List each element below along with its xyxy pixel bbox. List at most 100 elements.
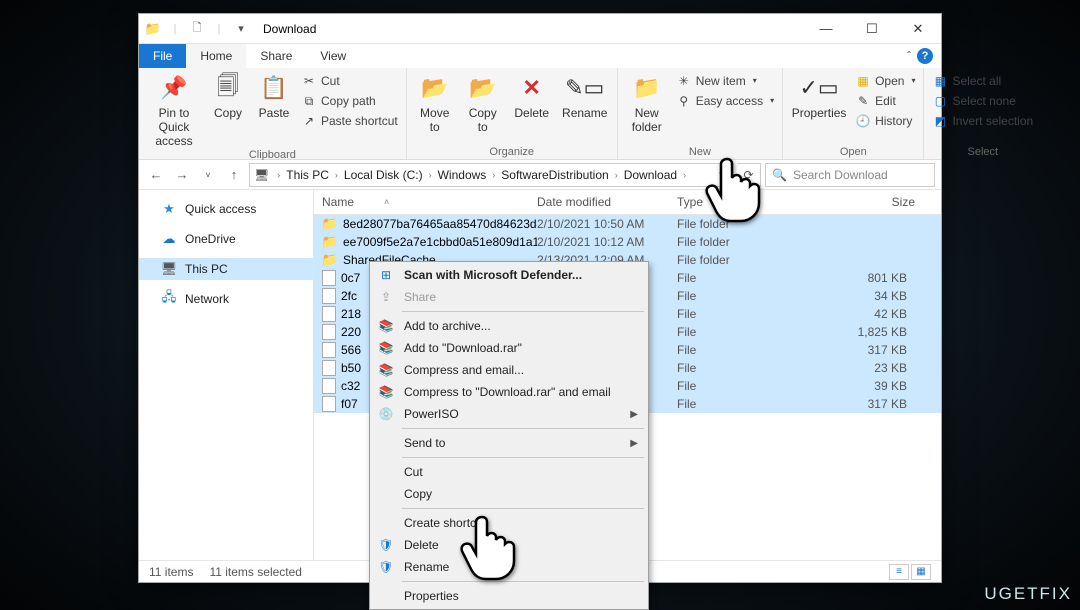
archive-icon: 📚 bbox=[376, 340, 396, 356]
crumb-windows[interactable]: Windows bbox=[436, 168, 489, 182]
pin-to-quick-access-button[interactable]: 📌Pin to Quick access bbox=[145, 70, 203, 148]
maximize-button[interactable]: ☐ bbox=[849, 14, 895, 44]
copy-button[interactable]: 🗐Copy bbox=[207, 70, 249, 120]
easy-access-icon: ⚲ bbox=[676, 93, 692, 109]
col-date[interactable]: Date modified bbox=[529, 190, 669, 214]
file-size: 317 KB bbox=[777, 397, 933, 411]
crumb-this-pc[interactable]: This PC bbox=[284, 168, 331, 182]
ctx-compress-email[interactable]: 📚Compress and email... bbox=[372, 359, 646, 381]
ribbon-collapse-icon[interactable]: ˆ bbox=[907, 49, 911, 63]
nav-quick-access[interactable]: ★Quick access bbox=[139, 198, 313, 220]
file-type: File bbox=[677, 379, 777, 393]
tab-file[interactable]: File bbox=[139, 44, 186, 68]
ctx-create-shortcut[interactable]: Create shortcut bbox=[372, 512, 646, 534]
star-icon: ★ bbox=[161, 201, 177, 217]
delete-button[interactable]: ✕Delete bbox=[509, 70, 555, 120]
pc-icon: 🖥 bbox=[254, 168, 269, 182]
qat-item[interactable]: 🗋 bbox=[187, 19, 207, 39]
file-type: File bbox=[677, 343, 777, 357]
ctx-copy[interactable]: Copy bbox=[372, 483, 646, 505]
rename-button[interactable]: ✎▭Rename bbox=[559, 70, 611, 120]
tab-view[interactable]: View bbox=[306, 44, 360, 68]
ctx-compress-rar-email[interactable]: 📚Compress to "Download.rar" and email bbox=[372, 381, 646, 403]
ctx-share: ⇪Share bbox=[372, 286, 646, 308]
copy-path-icon: ⧉ bbox=[301, 93, 317, 109]
up-button[interactable]: ↑ bbox=[223, 164, 245, 186]
edit-button[interactable]: ✎Edit bbox=[853, 92, 917, 110]
back-button[interactable]: ← bbox=[145, 164, 167, 186]
file-date: 2/10/2021 10:12 AM bbox=[537, 235, 677, 249]
select-all-icon: ▦ bbox=[932, 73, 948, 89]
nav-onedrive[interactable]: ☁OneDrive bbox=[139, 228, 313, 250]
minimize-button[interactable]: — bbox=[803, 14, 849, 44]
share-icon: ⇪ bbox=[376, 289, 396, 305]
file-name: c32 bbox=[341, 379, 360, 393]
nav-this-pc[interactable]: 🖥This PC bbox=[139, 258, 313, 280]
cut-button[interactable]: ✂Cut bbox=[299, 72, 400, 90]
tab-home[interactable]: Home bbox=[186, 44, 246, 68]
copy-to-button[interactable]: 📂Copy to bbox=[461, 70, 505, 134]
ctx-add-archive[interactable]: 📚Add to archive... bbox=[372, 315, 646, 337]
view-details-button[interactable]: ≡ bbox=[889, 564, 909, 580]
search-input[interactable]: 🔍 Search Download bbox=[765, 163, 935, 187]
file-type: File folder bbox=[677, 253, 777, 267]
shield-icon: 🛡 bbox=[376, 559, 396, 575]
ctx-properties[interactable]: Properties bbox=[372, 585, 646, 607]
file-date: 2/10/2021 10:50 AM bbox=[537, 217, 677, 231]
paste-shortcut-button[interactable]: ↗Paste shortcut bbox=[299, 112, 400, 130]
close-button[interactable]: ✕ bbox=[895, 14, 941, 44]
open-dropdown-button[interactable]: ▦Open▾ bbox=[853, 72, 917, 90]
chevron-right-icon: ▶ bbox=[630, 409, 638, 420]
col-name[interactable]: Name˄ bbox=[314, 190, 529, 214]
context-menu: ⊞Scan with Microsoft Defender... ⇪Share … bbox=[369, 261, 649, 610]
history-icon: 🕘 bbox=[855, 113, 871, 129]
ctx-poweriso[interactable]: 💿PowerISO▶ bbox=[372, 403, 646, 425]
qat-divider: | bbox=[209, 19, 229, 39]
paste-button[interactable]: 📋Paste bbox=[253, 70, 295, 120]
crumb-download[interactable]: Download bbox=[622, 168, 679, 182]
qat-dropdown[interactable]: ▾ bbox=[231, 19, 251, 39]
tab-share[interactable]: Share bbox=[246, 44, 306, 68]
col-type[interactable]: Type bbox=[669, 190, 769, 214]
group-label-open: Open bbox=[789, 145, 917, 159]
ctx-send-to[interactable]: Send to▶ bbox=[372, 432, 646, 454]
forward-button[interactable]: → bbox=[171, 164, 193, 186]
crumb-softwaredistribution[interactable]: SoftwareDistribution bbox=[499, 168, 610, 182]
new-folder-button[interactable]: 📁New folder bbox=[624, 70, 670, 134]
easy-access-button[interactable]: ⚲Easy access▾ bbox=[674, 92, 776, 110]
crumb-local-disk[interactable]: Local Disk (C:) bbox=[342, 168, 425, 182]
file-row[interactable]: 📁8ed28077ba76465aa85470d84623d4472/10/20… bbox=[314, 215, 941, 233]
col-size[interactable]: Size bbox=[769, 190, 941, 214]
move-to-button[interactable]: 📂Move to bbox=[413, 70, 457, 134]
properties-button[interactable]: ✓▭Properties bbox=[789, 70, 849, 120]
nav-network[interactable]: 🖧Network bbox=[139, 288, 313, 310]
ctx-cut[interactable]: Cut bbox=[372, 461, 646, 483]
file-size: 34 KB bbox=[777, 289, 933, 303]
ctx-add-rar[interactable]: 📚Add to "Download.rar" bbox=[372, 337, 646, 359]
select-all-button[interactable]: ▦Select all bbox=[930, 72, 1035, 90]
file-type: File bbox=[677, 361, 777, 375]
copy-to-icon: 📂 bbox=[467, 72, 499, 104]
help-icon[interactable]: ? bbox=[917, 48, 933, 64]
file-type: File bbox=[677, 307, 777, 321]
pc-icon: 🖥 bbox=[161, 261, 177, 277]
history-button[interactable]: 🕘History bbox=[853, 112, 917, 130]
ctx-delete[interactable]: 🛡Delete bbox=[372, 534, 646, 556]
view-large-button[interactable]: ▦ bbox=[911, 564, 931, 580]
select-none-button[interactable]: ▢Select none bbox=[930, 92, 1035, 110]
file-icon bbox=[322, 306, 336, 322]
file-name: 220 bbox=[341, 325, 361, 339]
address-dropdown-icon[interactable]: ˅ bbox=[719, 170, 728, 180]
recent-locations-button[interactable]: ˅ bbox=[197, 164, 219, 186]
new-item-button[interactable]: ✳New item▾ bbox=[674, 72, 776, 90]
breadcrumb[interactable]: 🖥 › This PC› Local Disk (C:)› Windows› S… bbox=[249, 163, 733, 187]
file-name: 8ed28077ba76465aa85470d84623d447 bbox=[343, 217, 537, 231]
refresh-button[interactable]: ⟳ bbox=[737, 163, 761, 187]
file-row[interactable]: 📁ee7009f5e2a7e1cbbd0a51e809d1a1902/10/20… bbox=[314, 233, 941, 251]
ctx-scan-defender[interactable]: ⊞Scan with Microsoft Defender... bbox=[372, 264, 646, 286]
invert-selection-button[interactable]: ◩Invert selection bbox=[930, 112, 1035, 130]
copy-path-button[interactable]: ⧉Copy path bbox=[299, 92, 400, 110]
file-name: 566 bbox=[341, 343, 361, 357]
open-icon: ▦ bbox=[855, 73, 871, 89]
ctx-rename[interactable]: 🛡Rename bbox=[372, 556, 646, 578]
